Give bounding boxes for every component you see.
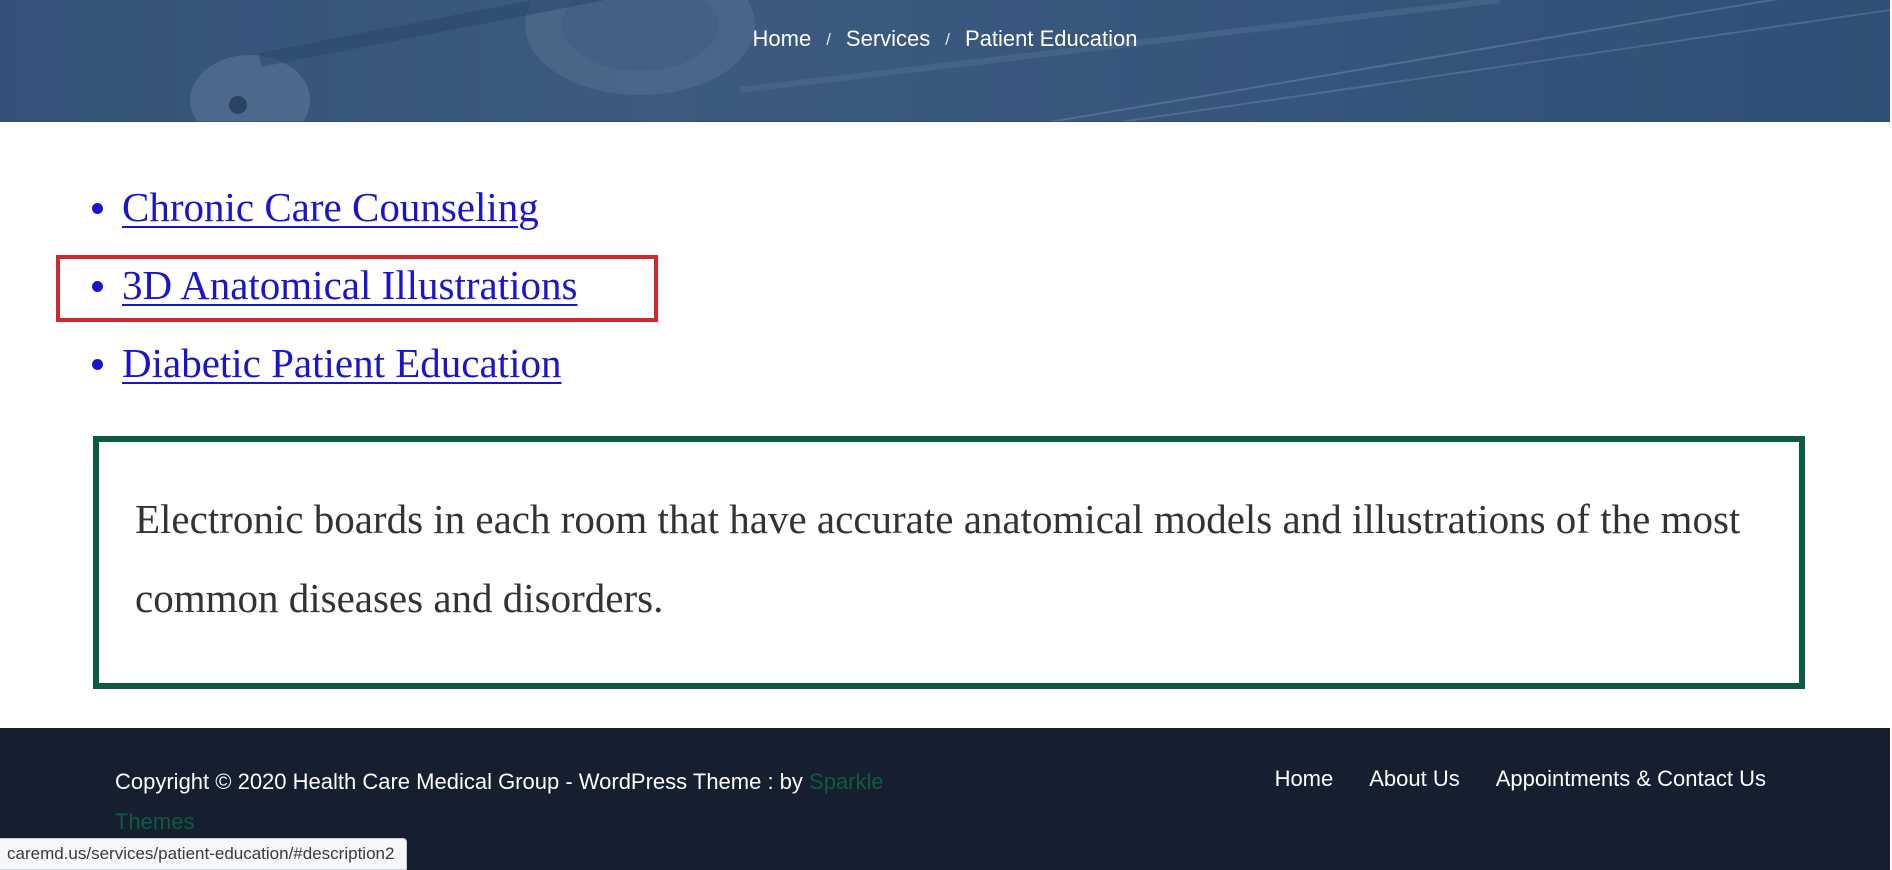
footer-nav-appointments-contact[interactable]: Appointments & Contact Us: [1496, 766, 1766, 792]
copyright-notice: Copyright © 2020 Health Care Medical Gro…: [115, 762, 935, 842]
list-item: Diabetic Patient Education: [90, 332, 577, 410]
footer-nav-home[interactable]: Home: [1275, 766, 1334, 792]
breadcrumb: Home / Services / Patient Education: [0, 26, 1890, 52]
chronic-care-counseling-link[interactable]: Chronic Care Counseling: [122, 184, 539, 230]
description-text: Electronic boards in each room that have…: [135, 496, 1741, 621]
description-panel: Electronic boards in each room that have…: [93, 436, 1805, 689]
breadcrumb-separator: /: [945, 30, 951, 49]
copyright-text: Copyright © 2020 Health Care Medical Gro…: [115, 769, 810, 794]
bullet-icon: [92, 359, 103, 370]
stethoscope-background-image: [0, 0, 1890, 122]
footer-nav-about-us[interactable]: About Us: [1369, 766, 1460, 792]
footer-nav: Home About Us Appointments & Contact Us: [1275, 766, 1766, 792]
breadcrumb-services-link[interactable]: Services: [846, 26, 930, 51]
breadcrumb-home-link[interactable]: Home: [753, 26, 812, 51]
breadcrumb-separator: /: [826, 30, 831, 49]
page-header-banner: Home / Services / Patient Education: [0, 0, 1890, 122]
highlight-box: [56, 255, 658, 322]
list-item: Chronic Care Counseling: [90, 176, 577, 254]
bullet-icon: [92, 203, 103, 214]
diabetic-patient-education-link[interactable]: Diabetic Patient Education: [122, 340, 561, 386]
breadcrumb-current-page: Patient Education: [965, 26, 1138, 51]
status-bar-url: caremd.us/services/patient-education/#de…: [0, 838, 408, 870]
